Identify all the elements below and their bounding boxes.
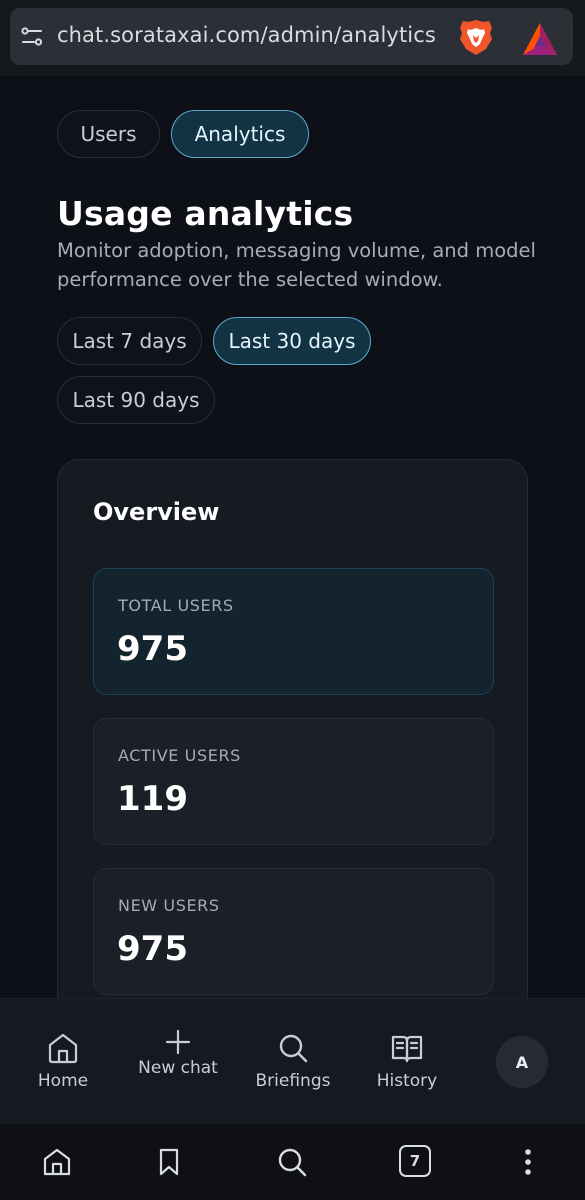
search-icon [279, 1034, 308, 1063]
nav-home[interactable]: Home [8, 999, 118, 1125]
tab-analytics[interactable]: Analytics [171, 110, 309, 158]
stat-value: 119 [117, 779, 188, 819]
stat-value: 975 [117, 929, 188, 969]
stat-label: ACTIVE USERS [118, 746, 241, 765]
browser-home-icon[interactable] [41, 1146, 73, 1178]
site-settings-icon[interactable] [20, 25, 44, 49]
url-text[interactable]: chat.sorataxai.com/admin/analytics [57, 23, 436, 47]
stat-total-users: TOTAL USERS 975 [93, 568, 494, 695]
browser-bottom-toolbar: 7 [0, 1124, 585, 1200]
nav-label: Home [37, 1071, 89, 1091]
user-avatar[interactable]: A [496, 1036, 548, 1088]
page-title: Usage analytics [57, 194, 354, 233]
bookmark-icon[interactable] [153, 1146, 185, 1178]
bat-rewards-icon[interactable] [522, 22, 558, 56]
nav-label: New chat [138, 1058, 218, 1078]
nav-briefings[interactable]: Briefings [238, 999, 348, 1125]
filter-last-30-days[interactable]: Last 30 days [213, 317, 371, 365]
app-bottom-nav: Home New chat Briefings History A [0, 998, 585, 1124]
tabs-count-button[interactable]: 7 [399, 1145, 431, 1177]
nav-history[interactable]: History [352, 999, 462, 1125]
browser-top-bar: chat.sorataxai.com/admin/analytics [0, 0, 585, 76]
stat-value: 975 [117, 629, 188, 669]
analytics-page: Users Analytics Usage analytics Monitor … [0, 76, 585, 998]
stat-new-users: NEW USERS 975 [93, 868, 494, 995]
nav-label: History [376, 1071, 438, 1091]
filter-last-90-days[interactable]: Last 90 days [57, 376, 215, 424]
page-subtitle: Monitor adoption, messaging volume, and … [57, 239, 536, 291]
address-bar[interactable]: chat.sorataxai.com/admin/analytics [10, 8, 573, 65]
plus-icon [165, 1029, 191, 1055]
stat-label: TOTAL USERS [118, 596, 234, 615]
nav-new-chat[interactable]: New chat [123, 999, 233, 1125]
brave-shields-icon[interactable] [459, 19, 493, 56]
browser-search-icon[interactable] [276, 1146, 308, 1178]
home-icon [48, 1033, 78, 1064]
overview-card: Overview TOTAL USERS 975 ACTIVE USERS 11… [57, 459, 528, 998]
stat-label: NEW USERS [118, 896, 220, 915]
filter-last-7-days[interactable]: Last 7 days [57, 317, 202, 365]
book-icon [391, 1035, 423, 1063]
more-menu-icon[interactable] [512, 1146, 544, 1178]
overview-title: Overview [93, 498, 220, 526]
stat-active-users: ACTIVE USERS 119 [93, 718, 494, 845]
nav-label: Briefings [255, 1071, 331, 1091]
tab-users[interactable]: Users [57, 110, 160, 158]
